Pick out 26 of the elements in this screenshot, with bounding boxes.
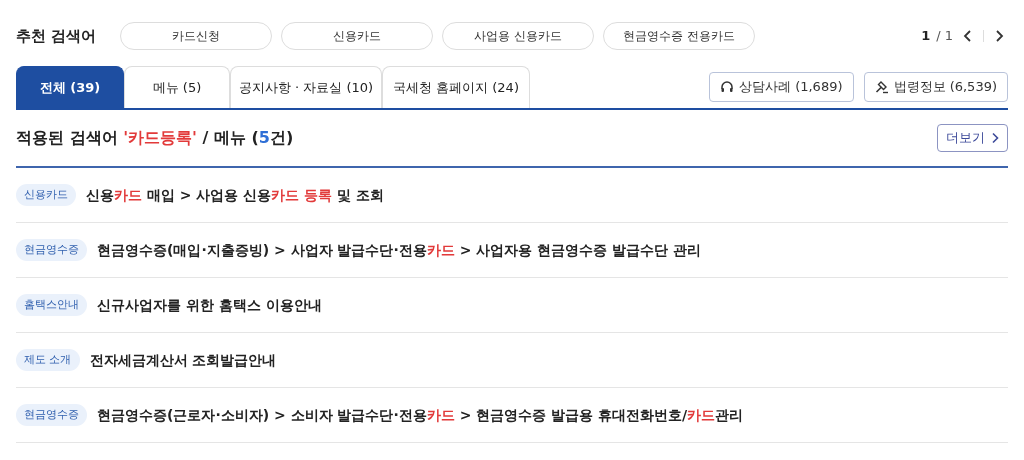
result-link[interactable]: 전자세금계산서 조회발급안내 — [89, 349, 277, 371]
category-tag: 현금영수증 — [16, 238, 87, 262]
link-button[interactable]: 법령정보 (6,539) — [863, 72, 1008, 102]
headset-icon — [720, 80, 734, 94]
page-number: 1 — [921, 27, 931, 46]
tab[interactable]: 국세청 홈페이지 (24) — [382, 66, 530, 108]
category-tag: 현금영수증 — [16, 403, 87, 427]
chevron-right-icon — [991, 132, 999, 144]
page-total: / 1 — [936, 27, 953, 46]
category-tag: 신용카드 — [16, 183, 76, 207]
result-link[interactable]: 현금영수증(근로자·소비자) > 소비자 발급수단·전용카드 > 현금영수증 발급용 휴대전화번호/카드관리 — [97, 404, 744, 426]
category-tag: 홈택스안내 — [16, 293, 87, 317]
tab[interactable]: 공지사항 · 자료실 (10) — [230, 66, 382, 108]
more-button[interactable]: 더보기 — [937, 124, 1008, 152]
result-link[interactable]: 신용카드 매입 > 사업용 신용카드 등록 및 조회 — [86, 184, 384, 206]
tab[interactable]: 메뉴 (5) — [124, 66, 230, 108]
section-label: 추천 검색어 — [16, 25, 98, 47]
gavel-icon — [874, 80, 889, 94]
result-link[interactable]: 신규사업자를 위한 홈택스 이용안내 — [97, 294, 322, 316]
tab[interactable]: 전체 (39) — [16, 66, 124, 108]
link-button[interactable]: 상담사례 (1,689) — [709, 72, 854, 102]
category-tag: 제도 소개 — [16, 348, 80, 372]
result-heading: 적용된 검색어 '카드등록' / 메뉴 (5건) — [16, 127, 294, 149]
result-link[interactable]: 현금영수증(매입·지출증빙) > 사업자 발급수단·전용카드 > 사업자용 현금영수증 발급수단 관리 — [97, 239, 701, 261]
next-icon[interactable] — [994, 29, 1004, 43]
previous-icon[interactable] — [963, 29, 973, 43]
